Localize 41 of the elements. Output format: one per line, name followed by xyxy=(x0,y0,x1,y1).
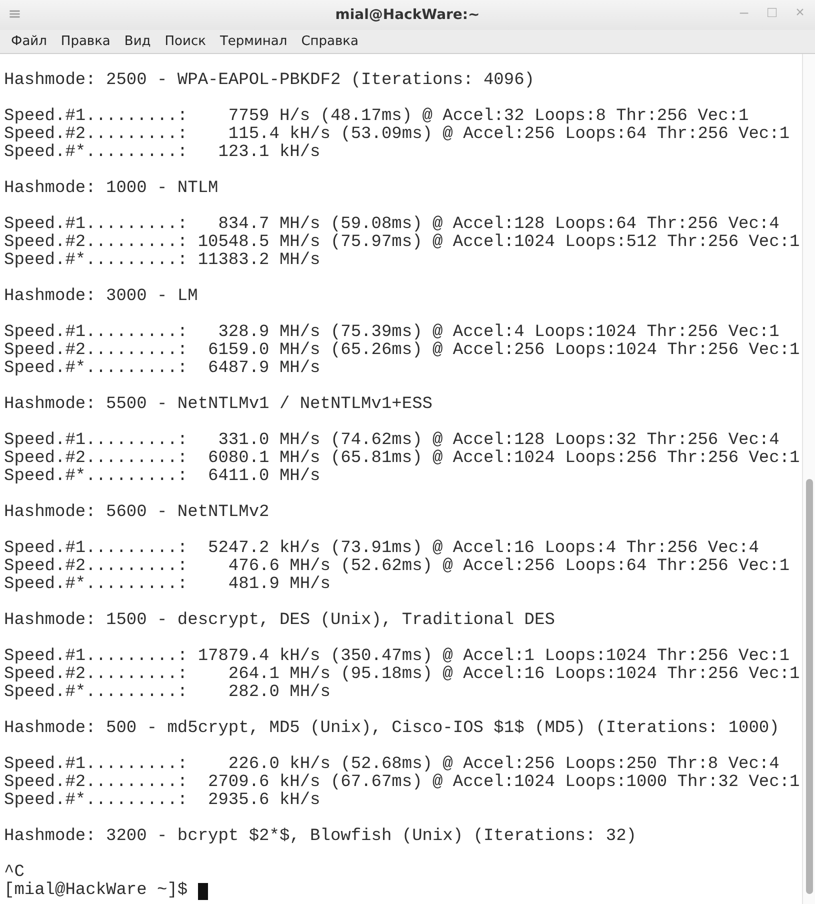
terminal-line: Speed.#*.........: 11383.2 MH/s xyxy=(4,252,322,270)
menu-item[interactable]: Файл xyxy=(4,34,54,49)
terminal-line: Speed.#2.........: 6159.0 MH/s (65.26ms) @ Accel:256 Loops:1024 Thr:256 Vec:1 xyxy=(4,342,801,360)
terminal-line: Hashmode: 1500 - descrypt, DES (Unix), Traditional DES xyxy=(4,612,556,630)
terminal-line: Speed.#2.........: 10548.5 MH/s (75.97ms) @ Accel:1024 Loops:512 Thr:256 Vec:1 xyxy=(4,234,801,252)
terminal-line: Speed.#*.........: 282.0 MH/s xyxy=(4,684,332,702)
scrollbar-thumb[interactable] xyxy=(806,479,813,894)
terminal-line: Speed.#1.........: 328.9 MH/s (75.39ms) @ Accel:4 Loops:1024 Thr:256 Vec:1 xyxy=(4,324,780,342)
terminal-line: Hashmode: 5500 - NetNTLMv1 / NetNTLMv1+ESS xyxy=(4,396,434,414)
shell-prompt: [mial@HackWare ~]$ xyxy=(4,882,188,900)
terminal-line: Speed.#2.........: 6080.1 MH/s (65.81ms) @ Accel:1024 Loops:256 Thr:256 Vec:1 xyxy=(4,450,801,468)
terminal-line: Speed.#*.........: 481.9 MH/s xyxy=(4,576,332,594)
terminal-line: Hashmode: 2500 - WPA-EAPOL-PBKDF2 (Iterations: 4096) xyxy=(4,72,536,90)
terminal-line: Speed.#1.........: 226.0 kH/s (52.68ms) @ Accel:256 Loops:250 Thr:8 Vec:4 xyxy=(4,756,780,774)
terminal-line: Speed.#1.........: 7759 H/s (48.17ms) @ Accel:32 Loops:8 Thr:256 Vec:1 xyxy=(4,108,750,126)
menu-item[interactable]: Поиск xyxy=(158,34,213,49)
terminal-line: Hashmode: 1000 - NTLM xyxy=(4,180,220,198)
menu-item[interactable]: Правка xyxy=(54,34,118,49)
menu-item[interactable]: Справка xyxy=(294,34,366,49)
terminal-line: Hashmode: 3200 - bcrypt $2*$, Blowfish (Unix) (Iterations: 32) xyxy=(4,828,638,846)
terminal-line: Speed.#1.........: 17879.4 kH/s (350.47ms) @ Accel:1 Loops:1024 Thr:256 Vec:1 xyxy=(4,648,791,666)
terminal-line: Speed.#*.........: 6487.9 MH/s xyxy=(4,360,322,378)
terminal-line: ^C xyxy=(4,864,24,882)
text-cursor xyxy=(198,882,208,900)
terminal-line: Speed.#1.........: 5247.2 kH/s (73.91ms) @ Accel:16 Loops:4 Thr:256 Vec:4 xyxy=(4,540,760,558)
terminal-line: Speed.#2.........: 2709.6 kH/s (67.67ms) @ Accel:1024 Loops:1000 Thr:32 Vec:1 xyxy=(4,774,801,792)
window-title: mial@HackWare:~ xyxy=(335,7,480,23)
terminal-line: Hashmode: 5600 - NetNTLMv2 xyxy=(4,504,270,522)
terminal-line: Speed.#2.........: 476.6 MH/s (52.62ms) @ Accel:256 Loops:64 Thr:256 Vec:1 xyxy=(4,558,791,576)
terminal-line: Speed.#1.........: 834.7 MH/s (59.08ms) @ Accel:128 Loops:64 Thr:256 Vec:4 xyxy=(4,216,780,234)
scrollbar[interactable] xyxy=(802,54,815,904)
terminal-line: Speed.#*.........: 123.1 kH/s xyxy=(4,144,322,162)
menu-item[interactable]: Терминал xyxy=(212,34,294,49)
menu-item[interactable]: Вид xyxy=(117,34,158,49)
terminal-line: Hashmode: 3000 - LM xyxy=(4,288,199,306)
terminal-line: Hashmode: 500 - md5crypt, MD5 (Unix), Cisco-IOS $1$ (MD5) (Iterations: 1000) xyxy=(4,720,780,738)
terminal-line: Speed.#*.........: 6411.0 MH/s xyxy=(4,468,322,486)
terminal-line: Speed.#1.........: 331.0 MH/s (74.62ms) @ Accel:128 Loops:32 Thr:256 Vec:4 xyxy=(4,432,780,450)
terminal-line: Speed.#2.........: 264.1 MH/s (95.18ms) @ Accel:16 Loops:1024 Thr:256 Vec:1 xyxy=(4,666,801,684)
terminal-line: Speed.#2.........: 115.4 kH/s (53.09ms) @ Accel:256 Loops:64 Thr:256 Vec:1 xyxy=(4,126,791,144)
terminal-line: Speed.#*.........: 2935.6 kH/s xyxy=(4,792,322,810)
